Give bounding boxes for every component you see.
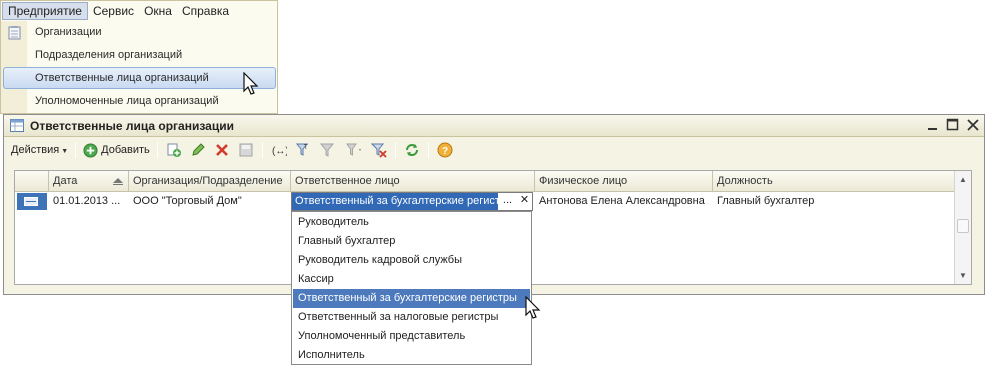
- clear-filter-icon[interactable]: [370, 142, 387, 158]
- add-label: Добавить: [101, 144, 150, 156]
- menu-okna[interactable]: Окна: [139, 2, 177, 20]
- chevron-down-icon: ▼: [61, 148, 69, 155]
- toolbar-separator: [427, 142, 429, 158]
- header-organization[interactable]: Организация/Подразделение: [129, 171, 291, 192]
- header-responsible[interactable]: Ответственное лицо: [291, 171, 535, 192]
- menu-item-label: Подразделения организаций: [35, 49, 183, 61]
- responsible-edit-field[interactable]: Ответственный за бухгалтерские регистры …: [291, 192, 533, 211]
- main-menu-bar: Предприятие Сервис Окна Справка: [0, 0, 278, 22]
- list-item[interactable]: Исполнитель: [293, 346, 530, 365]
- close-icon[interactable]: [966, 118, 980, 132]
- svg-text:T: T: [304, 145, 308, 151]
- list-item[interactable]: Кассир: [293, 270, 530, 289]
- header-label: Должность: [717, 175, 773, 187]
- svg-text:?: ?: [442, 146, 448, 157]
- menu-item-otvetstvennye-lica[interactable]: Ответственные лица организаций: [3, 67, 276, 89]
- catalog-icon: [8, 26, 21, 40]
- cell-organization[interactable]: ООО "Торговый Дом": [129, 192, 291, 211]
- responsible-options-list: Руководитель Главный бухгалтер Руководит…: [291, 211, 532, 365]
- list-item-selected[interactable]: Ответственный за бухгалтерские регистры: [293, 289, 530, 308]
- list-item[interactable]: Руководитель кадровой службы: [293, 251, 530, 270]
- table-header: Дата Организация/Подразделение Ответстве…: [15, 171, 955, 192]
- vertical-scrollbar[interactable]: ▲ ▼: [954, 171, 971, 284]
- sort-icon: [113, 178, 123, 185]
- header-label: Физическое лицо: [539, 175, 628, 187]
- mouse-cursor-icon: [243, 72, 259, 95]
- minimize-icon[interactable]: [926, 118, 940, 132]
- interval-icon[interactable]: (↔): [271, 142, 287, 158]
- menu-predpriyatie[interactable]: Предприятие: [2, 2, 88, 20]
- add-icon: [83, 142, 98, 158]
- scroll-up-icon[interactable]: ▲: [955, 171, 971, 188]
- cell-position[interactable]: Главный бухгалтер: [713, 192, 953, 211]
- menu-item-podrazdeleniya[interactable]: Подразделения организаций: [3, 44, 276, 66]
- filter-by-value-icon[interactable]: T: [295, 142, 311, 158]
- window-toolbar: Действия▼ Добавить (↔): [8, 139, 980, 161]
- header-label: Дата: [53, 175, 78, 187]
- toolbar-separator: [156, 142, 158, 158]
- clear-field-button[interactable]: ✕: [516, 193, 533, 210]
- table-icon: [10, 119, 24, 132]
- cell-date[interactable]: 01.01.2013 ...: [49, 192, 129, 211]
- menu-item-label: Уполномоченные лица организаций: [35, 95, 219, 107]
- window-title: Ответственные лица организации: [30, 118, 234, 133]
- svg-text:(↔): (↔): [272, 146, 287, 157]
- filter-icon[interactable]: [319, 142, 335, 158]
- toolbar-separator: [261, 142, 263, 158]
- header-label: Ответственное лицо: [295, 175, 400, 187]
- cell-person[interactable]: Антонова Елена Александровна: [535, 192, 713, 211]
- actions-menu-button[interactable]: Действия ▼: [8, 141, 71, 159]
- header-icon-column: [15, 171, 49, 192]
- list-item[interactable]: Руководитель: [293, 213, 530, 232]
- delete-icon[interactable]: [214, 142, 230, 158]
- edit-pencil-icon[interactable]: [190, 142, 206, 158]
- mouse-cursor-icon: [525, 296, 541, 319]
- row-icon-cell: [17, 193, 47, 210]
- header-position[interactable]: Должность: [713, 171, 955, 192]
- list-item[interactable]: Ответственный за налоговые регистры: [293, 308, 530, 327]
- scroll-down-icon[interactable]: ▼: [955, 267, 971, 284]
- header-date[interactable]: Дата: [49, 171, 129, 192]
- header-label: Организация/Подразделение: [133, 175, 283, 187]
- filter-list-icon[interactable]: [343, 142, 363, 158]
- list-item[interactable]: Уполномоченный представитель: [293, 327, 530, 346]
- window-titlebar: Ответственные лица организации: [4, 115, 984, 137]
- record-icon: [24, 197, 38, 206]
- menu-item-upolnomochennye-lica[interactable]: Уполномоченные лица организаций: [3, 90, 276, 112]
- menu-item-label: Ответственные лица организаций: [35, 72, 209, 84]
- menu-item-organizacii[interactable]: Организации: [3, 21, 276, 43]
- responsible-edit-value[interactable]: Ответственный за бухгалтерские регистры: [292, 193, 498, 210]
- select-dots-button[interactable]: ...: [499, 193, 516, 210]
- menu-dropdown: Организации Подразделения организаций От…: [0, 21, 278, 114]
- header-person[interactable]: Физическое лицо: [535, 171, 713, 192]
- menu-servis[interactable]: Сервис: [88, 2, 139, 20]
- copy-icon[interactable]: [166, 142, 182, 158]
- toolbar-separator: [75, 142, 77, 158]
- scroll-thumb[interactable]: [957, 219, 969, 233]
- menu-item-label: Организации: [35, 26, 102, 38]
- maximize-icon[interactable]: [946, 118, 960, 132]
- actions-label: Действия: [11, 144, 60, 156]
- help-icon[interactable]: ?: [437, 142, 453, 158]
- refresh-icon[interactable]: [404, 142, 420, 158]
- post-document-icon[interactable]: [238, 142, 254, 158]
- list-item[interactable]: Главный бухгалтер: [293, 232, 530, 251]
- add-button[interactable]: Добавить: [80, 141, 153, 159]
- menu-spravka[interactable]: Справка: [177, 2, 234, 20]
- toolbar-separator: [394, 142, 396, 158]
